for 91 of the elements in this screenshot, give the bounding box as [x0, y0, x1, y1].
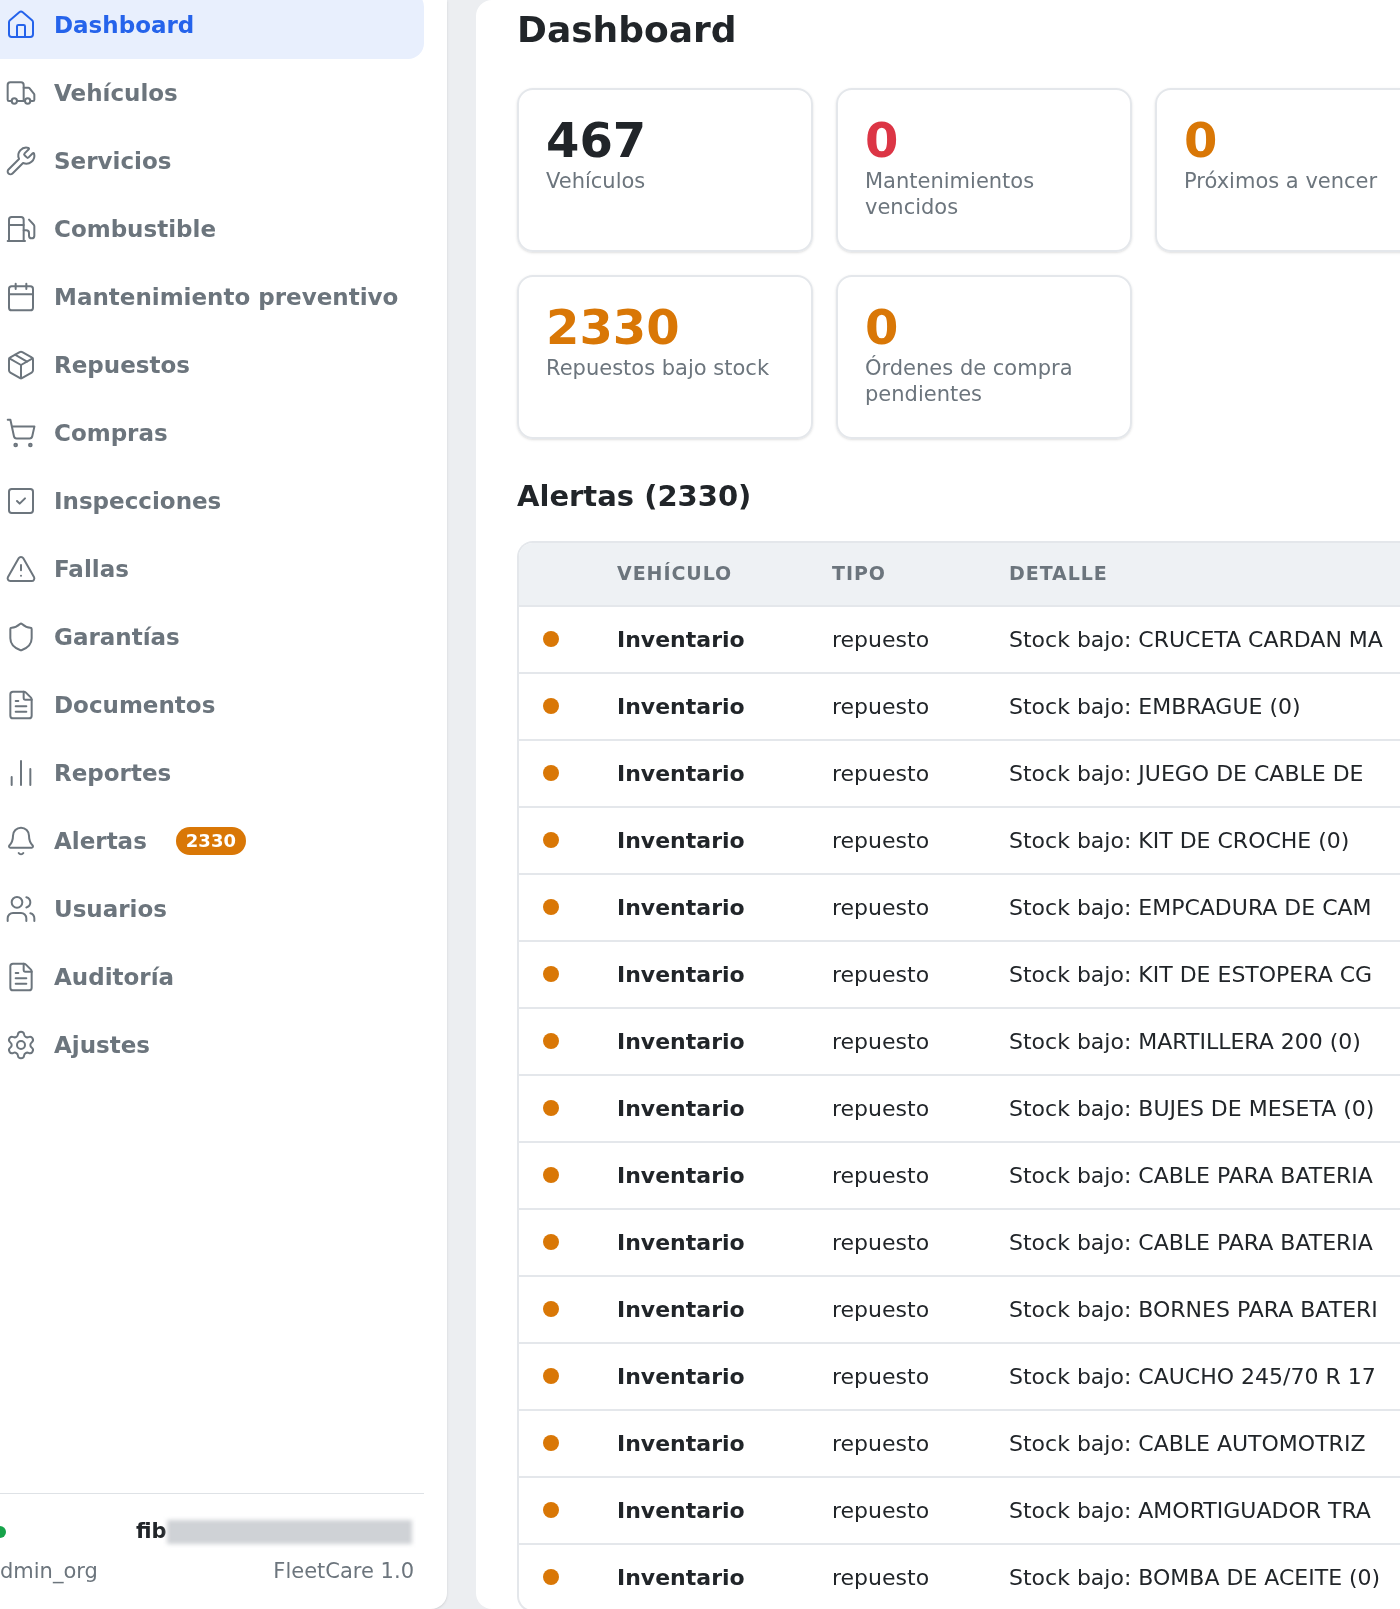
bell-icon	[5, 825, 37, 857]
sidebar-item[interactable]: Mantenimiento preventivo	[0, 263, 424, 331]
box-icon	[5, 349, 37, 381]
sidebar-item[interactable]: Vehículos	[0, 59, 424, 127]
table-cell-text: Stock bajo: CAUCHO 245/70 R 17	[1009, 1362, 1376, 1391]
table-cell-text: Inventario	[617, 960, 746, 989]
table-cell-text: repuesto	[832, 1161, 931, 1190]
stat-label: Repuestos bajo stock	[546, 355, 771, 381]
sidebar-item[interactable]: Fallas	[0, 535, 424, 603]
table-cell-text: repuesto	[832, 1094, 931, 1123]
stat-value: 0	[1184, 112, 1219, 168]
fuel-pump-icon	[5, 213, 37, 245]
table-cell-text: Stock bajo: BUJES DE MESETA (0)	[1009, 1094, 1375, 1123]
count-badge: 2330	[175, 827, 246, 855]
table-cell-text: Inventario	[617, 1496, 746, 1525]
table-cell-text: repuesto	[832, 893, 931, 922]
table-cell-text: Stock bajo: JUEGO DE CABLE DE	[1009, 759, 1364, 788]
table-cell-text: repuesto	[832, 692, 931, 721]
table-cell-text: Inventario	[617, 826, 746, 855]
warning-icon	[5, 553, 37, 585]
table-cell-text: Inventario	[617, 1295, 746, 1324]
table-cell-text: Stock bajo: AMORTIGUADOR TRA	[1009, 1496, 1371, 1525]
table-cell-text: repuesto	[832, 1295, 931, 1324]
sidebar-item[interactable]: Inspecciones	[0, 467, 424, 535]
table-cell-text: Inventario	[617, 1161, 746, 1190]
sidebar-item[interactable]: Compras	[0, 399, 424, 467]
table-cell-text: Stock bajo: BOMBA DE ACEITE (0)	[1009, 1563, 1381, 1592]
calendar-icon	[5, 281, 37, 313]
sidebar-item[interactable]: Auditoría	[0, 943, 424, 1011]
table-cell-text: Inventario	[617, 759, 746, 788]
table-cell-text: repuesto	[832, 826, 931, 855]
table-cell-text: repuesto	[832, 759, 931, 788]
user-name: fib	[136, 1518, 167, 1545]
sidebar-item[interactable]: Alertas 2330	[0, 807, 424, 875]
table-cell-text: repuesto	[832, 960, 931, 989]
checkbox-icon	[5, 485, 37, 517]
table-cell-text: repuesto	[832, 1027, 931, 1056]
section-title: Alertas (2330)	[517, 478, 753, 515]
table-cell-text: Inventario	[617, 1362, 746, 1391]
sidebar-item[interactable]: Garantías	[0, 603, 424, 671]
sidebar-item[interactable]: Combustible	[0, 195, 424, 263]
app-version: FleetCare 1.0	[273, 1557, 415, 1585]
table-cell-text: Stock bajo: MARTILLERA 200 (0)	[1009, 1027, 1361, 1056]
column-header: TIPO	[832, 561, 887, 587]
table-cell-text: Stock bajo: KIT DE CROCHE (0)	[1009, 826, 1350, 855]
stat-value: 2330	[546, 299, 681, 355]
sidebar-item[interactable]: Ajustes	[0, 1011, 424, 1079]
table-cell-text: Inventario	[617, 1429, 746, 1458]
table-cell-text: Inventario	[617, 625, 746, 654]
cart-icon	[5, 417, 37, 449]
sidebar-item[interactable]: Dashboard	[0, 0, 424, 59]
stat-label: Mantenimientos vencidos	[865, 168, 1036, 220]
sidebar-item[interactable]: Documentos	[0, 671, 424, 739]
page-title: Dashboard	[517, 8, 738, 52]
table-cell-text: Inventario	[617, 1094, 746, 1123]
wrench-icon	[5, 145, 37, 177]
stat-value: 467	[546, 112, 648, 168]
sidebar-item[interactable]: Usuarios	[0, 875, 424, 943]
table-cell-text: Stock bajo: CABLE PARA BATERIA	[1009, 1161, 1373, 1190]
table-cell-text: Stock bajo: CABLE AUTOMOTRIZ	[1009, 1429, 1366, 1458]
column-header: VEHÍCULO	[617, 561, 734, 587]
table-cell-text: Stock bajo: CABLE PARA BATERIA	[1009, 1228, 1373, 1257]
table-cell-text: Inventario	[617, 1563, 746, 1592]
sidebar-item[interactable]: Repuestos	[0, 331, 424, 399]
table-cell-text: Stock bajo: EMPCADURA DE CAM	[1009, 893, 1372, 922]
table-cell-text: Stock bajo: KIT DE ESTOPERA CG	[1009, 960, 1373, 989]
sidebar-item[interactable]: Reportes	[0, 739, 424, 807]
table-cell-text: Stock bajo: CRUCETA CARDAN MA	[1009, 625, 1383, 654]
stat-label: Próximos a vencer	[1184, 168, 1379, 194]
table-cell-text: repuesto	[832, 1228, 931, 1257]
table-cell-text: Inventario	[617, 893, 746, 922]
table-cell-text: repuesto	[832, 1563, 931, 1592]
table-cell-text: repuesto	[832, 1429, 931, 1458]
user-role: dmin_org	[0, 1557, 98, 1586]
table-cell-text: Stock bajo: EMBRAGUE (0)	[1009, 692, 1301, 721]
stat-label: Órdenes de compra pendientes	[865, 355, 1074, 407]
stat-label: Vehículos	[546, 168, 647, 194]
settings-icon	[5, 1029, 37, 1061]
table-cell-text: repuesto	[832, 1362, 931, 1391]
table-cell-text: Stock bajo: BORNES PARA BATERI	[1009, 1295, 1378, 1324]
table-cell-text: Inventario	[617, 692, 746, 721]
stat-value: 0	[865, 112, 900, 168]
sidebar-item[interactable]: Servicios	[0, 127, 424, 195]
table-cell-text: Inventario	[617, 1027, 746, 1056]
stat-value: 0	[865, 299, 900, 355]
table-cell-text: Inventario	[617, 1228, 746, 1257]
home-icon	[5, 9, 37, 41]
table-cell-text: repuesto	[832, 1496, 931, 1525]
table-cell-text: repuesto	[832, 625, 931, 654]
column-header: DETALLE	[1009, 561, 1108, 587]
users-icon	[5, 893, 37, 925]
